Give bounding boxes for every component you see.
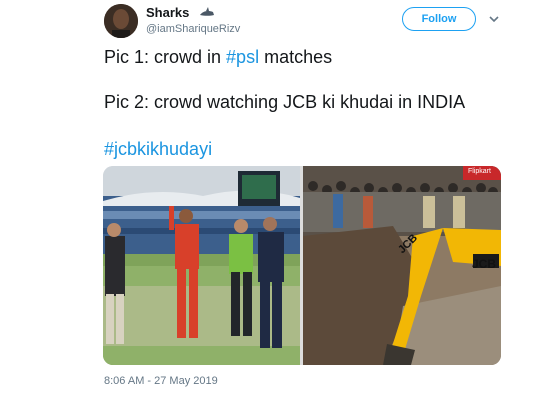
follow-button[interactable]: Follow	[402, 7, 476, 31]
media-overlay-jcb-body: JCB	[472, 257, 497, 271]
tweet-line: Pic 1: crowd in #psl matches	[104, 47, 332, 68]
tweet-text-span: Pic 1: crowd in	[104, 47, 227, 67]
tweet-line: Pic 2: crowd watching JCB ki khudai in I…	[104, 92, 465, 113]
photo-cricket-toss[interactable]	[103, 166, 300, 365]
hashtag-link[interactable]: #jcbkikhudayi	[104, 139, 212, 159]
author-name-text: Sharks	[146, 5, 190, 20]
author-name[interactable]: Sharks	[146, 5, 215, 22]
tweet-text-span: Pic 2: crowd watching JCB ki khudai in I…	[104, 92, 466, 112]
tweet-line: #jcbkikhudayi	[104, 139, 212, 160]
media-grid[interactable]	[103, 166, 501, 365]
hashtag-link[interactable]: #psl	[226, 47, 259, 67]
chevron-down-icon[interactable]	[488, 12, 500, 24]
tweet-text-span: matches	[259, 47, 333, 67]
author-handle[interactable]: @iamShariqueRizv	[146, 23, 240, 35]
media-overlay-sign: Flipkart	[468, 168, 491, 175]
shark-icon	[199, 7, 215, 22]
avatar[interactable]	[104, 4, 138, 38]
tweet-timestamp[interactable]: 8:06 AM - 27 May 2019	[104, 375, 218, 387]
